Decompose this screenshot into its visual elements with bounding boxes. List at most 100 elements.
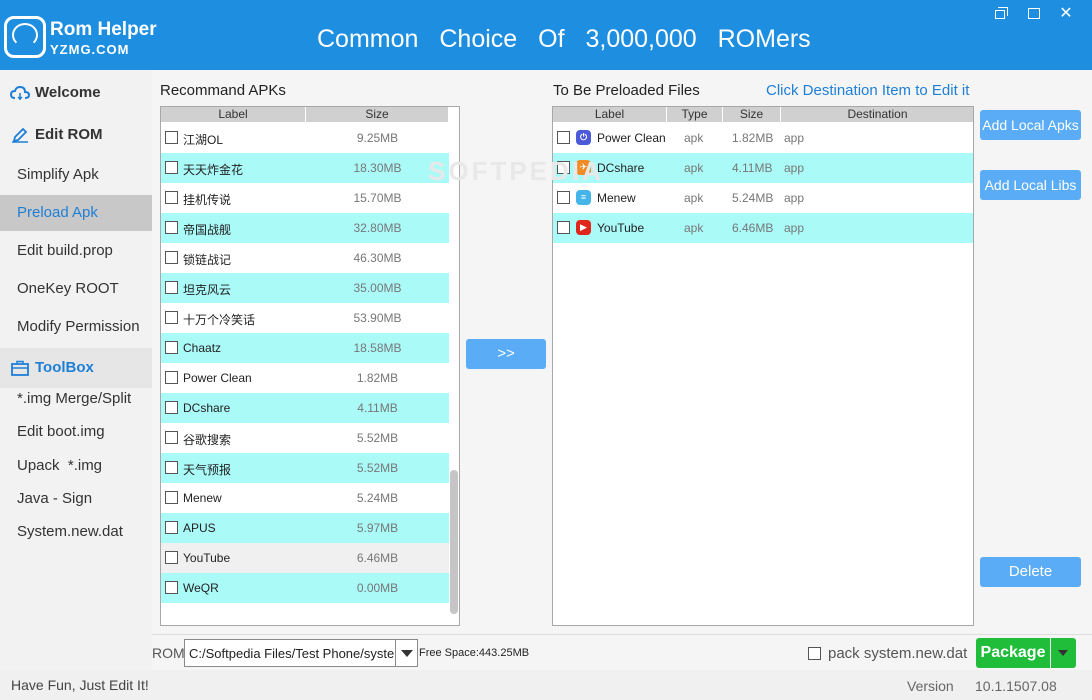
row-checkbox[interactable] (165, 131, 178, 144)
list-item[interactable]: DCshare 4.11MB (161, 393, 449, 423)
pack-system-label: pack system.new.dat (828, 645, 968, 662)
list-item[interactable]: Chaatz 18.58MB (161, 333, 449, 363)
file-destination[interactable]: app (784, 221, 804, 235)
sidebar-section-welcome[interactable]: Welcome (0, 75, 152, 111)
pack-system-checkbox[interactable] (808, 647, 821, 660)
file-destination[interactable]: app (784, 161, 804, 175)
apk-label: 江湖OL (183, 133, 224, 147)
file-destination[interactable]: app (784, 191, 804, 205)
column-header-label[interactable]: Label (161, 107, 306, 122)
row-checkbox[interactable] (165, 281, 178, 294)
column-header-size[interactable]: Size (306, 107, 449, 122)
sidebar-section-edit-rom[interactable]: Edit ROM (0, 117, 152, 153)
row-checkbox[interactable] (165, 491, 178, 504)
list-item[interactable]: 江湖OL 9.25MB (161, 123, 449, 153)
row-checkbox[interactable] (165, 581, 178, 594)
row-checkbox[interactable] (557, 221, 570, 234)
file-size: 5.24MB (732, 191, 774, 205)
apk-size: 6.46MB (356, 551, 399, 565)
list-item[interactable]: 坦克风云 35.00MB (161, 273, 449, 303)
list-item[interactable]: APUS 5.97MB (161, 513, 449, 543)
sidebar-item-simplify-apk[interactable]: Simplify Apk (0, 157, 152, 193)
sidebar-item-label: Preload Apk (17, 204, 98, 221)
cloud-icon (10, 85, 30, 101)
free-space: Free Space:443.25MB (419, 647, 530, 659)
sidebar-item-upack-img[interactable]: Upack *.img (0, 448, 152, 484)
sidebar-item-preload-apk[interactable]: Preload Apk (0, 195, 152, 231)
column-header-type[interactable]: Type (667, 107, 723, 122)
row-checkbox[interactable] (165, 431, 178, 444)
column-header-label[interactable]: Label (553, 107, 667, 122)
sidebar-item-modify-permission[interactable]: Modify Permission (0, 309, 152, 345)
add-local-apks-button[interactable]: Add Local Apks (980, 110, 1081, 140)
list-item[interactable]: 天天炸金花 18.30MB (161, 153, 449, 183)
sidebar-item-edit-boot-img[interactable]: Edit boot.img (0, 414, 152, 450)
column-header-destination[interactable]: Destination (781, 107, 973, 122)
package-button[interactable]: Package (976, 638, 1050, 668)
recommend-list[interactable]: Label Size 江湖OL 9.25MB 天天炸金花 18.30MB 挂机传说 15.… (160, 106, 460, 626)
maximize-icon[interactable] (1026, 7, 1042, 21)
sidebar-item-onekey-root[interactable]: OneKey ROOT (0, 271, 152, 307)
list-item[interactable]: 帝国战舰 32.80MB (161, 213, 449, 243)
row-checkbox[interactable] (165, 161, 178, 174)
apk-label: 挂机传说 (183, 193, 232, 207)
row-checkbox[interactable] (165, 521, 178, 534)
apk-label: 天天炸金花 (183, 163, 244, 177)
file-destination[interactable]: app (784, 131, 804, 145)
apk-label: Chaatz (183, 341, 222, 355)
list-item[interactable]: ▶ YouTube apk 6.46MB app (553, 213, 973, 243)
app-slogan: Common Choice Of 3,000,000 ROMers (317, 25, 811, 53)
restore-icon[interactable] (993, 7, 1009, 21)
row-checkbox[interactable] (165, 551, 178, 564)
list-item[interactable]: Power Clean 1.82MB (161, 363, 449, 393)
package-dropdown[interactable] (1051, 638, 1076, 668)
sidebar-item-system-new-dat[interactable]: System.new.dat (0, 514, 152, 550)
apk-size: 46.30MB (353, 251, 402, 265)
file-label: Menew (597, 191, 636, 205)
row-checkbox[interactable] (165, 251, 178, 264)
row-checkbox[interactable] (165, 371, 178, 384)
rom-path-value[interactable]: C:/Softpedia Files/Test Phone/system (189, 646, 399, 661)
list-item[interactable]: 天气预报 5.52MB (161, 453, 449, 483)
row-checkbox[interactable] (165, 191, 178, 204)
row-checkbox[interactable] (165, 461, 178, 474)
sidebar-item-edit-build-prop[interactable]: Edit build.prop (0, 233, 152, 269)
list-item[interactable]: 锁链战记 46.30MB (161, 243, 449, 273)
close-icon[interactable]: ✕ (1058, 6, 1074, 22)
sidebar-item-label: Upack *.img (17, 457, 103, 474)
list-item[interactable]: YouTube 6.46MB (161, 543, 449, 573)
version-label: Version (907, 678, 954, 694)
row-checkbox[interactable] (165, 341, 178, 354)
add-local-libs-button[interactable]: Add Local Libs (980, 170, 1081, 200)
row-checkbox[interactable] (165, 401, 178, 414)
file-type: apk (684, 221, 704, 235)
row-checkbox[interactable] (557, 131, 570, 144)
list-item[interactable]: ✈ DCshare apk 4.11MB app (553, 153, 973, 183)
row-checkbox[interactable] (557, 191, 570, 204)
add-to-preload-button[interactable]: >> (466, 339, 546, 369)
delete-button[interactable]: Delete (980, 557, 1081, 587)
sidebar-item-label: OneKey ROOT (17, 280, 119, 297)
sidebar-section-label: Edit ROM (35, 126, 103, 143)
list-item[interactable]: 挂机传说 15.70MB (161, 183, 449, 213)
youtube-icon: ▶ (576, 220, 591, 235)
list-item[interactable]: Menew 5.24MB (161, 483, 449, 513)
file-label: Power Clean (597, 131, 666, 145)
preload-list[interactable]: Label Type Size Destination ⏻ Power Clean… (552, 106, 974, 626)
sidebar-item-img-merge-split[interactable]: *.img Merge/Split (0, 381, 152, 417)
sidebar-item-label: System.new.dat (17, 523, 123, 540)
row-checkbox[interactable] (165, 221, 178, 234)
row-checkbox[interactable] (165, 311, 178, 324)
list-item[interactable]: 十万个冷笑话 53.90MB (161, 303, 449, 333)
list-item[interactable]: WeQR 0.00MB (161, 573, 449, 603)
list-item[interactable]: ≡ Menew apk 5.24MB app (553, 183, 973, 213)
list-item[interactable]: ⏻ Power Clean apk 1.82MB app (553, 123, 973, 153)
rom-path-dropdown[interactable] (395, 640, 417, 666)
apk-size: 5.24MB (356, 491, 399, 505)
sidebar-item-java-sign[interactable]: Java - Sign (0, 481, 152, 517)
list-item[interactable]: 谷歌搜索 5.52MB (161, 423, 449, 453)
apk-size: 0.00MB (356, 581, 399, 595)
rom-path-combobox[interactable]: C:/Softpedia Files/Test Phone/system (184, 639, 418, 667)
recommend-scrollbar[interactable] (450, 470, 458, 614)
column-header-size[interactable]: Size (723, 107, 781, 122)
